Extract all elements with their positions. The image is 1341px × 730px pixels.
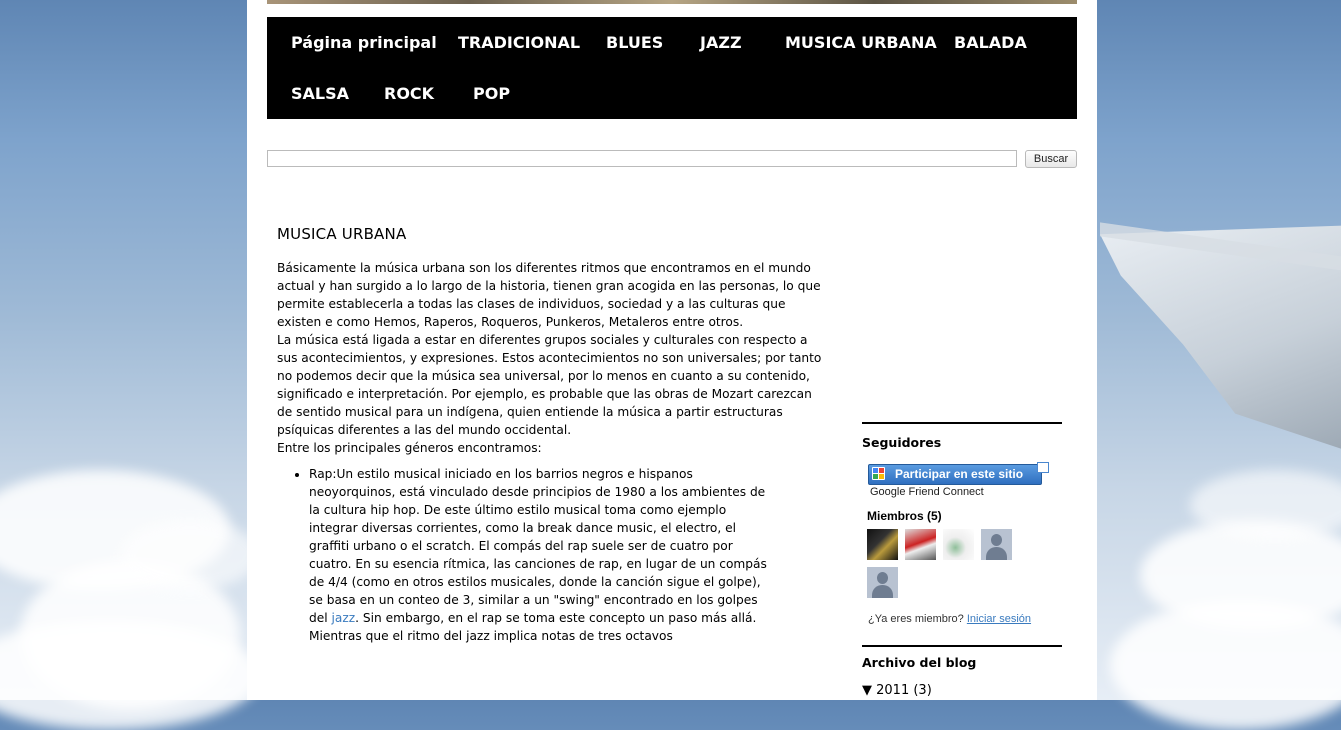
nav-item-jazz[interactable]: JAZZ <box>700 33 742 52</box>
archive-title: Archivo del blog <box>862 655 977 670</box>
post-paragraph: La música está ligada a estar en diferen… <box>277 333 822 437</box>
post-paragraph: Entre los principales géneros encontramo… <box>277 441 542 455</box>
nav-item-balada[interactable]: BALADA <box>954 33 1027 52</box>
nav-item-musica-urbana[interactable]: MUSICA URBANA <box>785 33 937 52</box>
gfc-caption: Google Friend Connect <box>870 486 984 498</box>
member-avatar[interactable] <box>905 529 936 560</box>
member-avatar[interactable] <box>867 529 898 560</box>
post-title: MUSICA URBANA <box>277 225 407 243</box>
jazz-link[interactable]: jazz <box>332 611 356 625</box>
rap-text-continued: . Sin embargo, en el rap se toma este co… <box>309 611 757 643</box>
sign-in-link[interactable]: Iniciar sesión <box>967 613 1031 625</box>
member-avatar[interactable] <box>943 529 974 560</box>
nav-item-pop[interactable]: POP <box>473 84 510 103</box>
members-title: Miembros (5) <box>867 509 942 523</box>
post-body: Básicamente la música urbana son los dif… <box>277 259 822 645</box>
nav-item-salsa[interactable]: SALSA <box>291 84 349 103</box>
member-prompt: ¿Ya eres miembro? Iniciar sesión <box>868 613 1031 625</box>
nav-item-pagina-principal[interactable]: Página principal <box>291 33 437 52</box>
divider <box>862 422 1062 424</box>
search-input[interactable] <box>267 150 1017 167</box>
member-avatar[interactable] <box>867 567 898 598</box>
member-prompt-text: ¿Ya eres miembro? <box>868 613 964 625</box>
rap-text: Rap:Un estilo musical iniciado en los ba… <box>309 467 767 625</box>
sidebar: Seguidores Participar en este sitio Goog… <box>862 422 1062 698</box>
nav-item-tradicional[interactable]: TRADICIONAL <box>458 33 580 52</box>
list-item: Rap:Un estilo musical iniciado en los ba… <box>309 465 777 645</box>
nav-item-blues[interactable]: BLUES <box>606 33 663 52</box>
search-button[interactable]: Buscar <box>1025 150 1077 168</box>
nav-item-rock[interactable]: ROCK <box>384 84 434 103</box>
popout-icon[interactable] <box>1037 462 1049 473</box>
divider <box>862 645 1062 647</box>
join-site-button[interactable]: Participar en este sitio <box>868 464 1042 485</box>
header-image-strip <box>267 0 1077 4</box>
followers-title: Seguidores <box>862 435 942 450</box>
join-site-label: Participar en este sitio <box>895 467 1024 481</box>
main-nav: Página principal TRADICIONAL BLUES JAZZ … <box>267 17 1077 119</box>
member-avatar[interactable] <box>981 529 1012 560</box>
genre-list: Rap:Un estilo musical iniciado en los ba… <box>277 465 822 645</box>
blog-page: Página principal TRADICIONAL BLUES JAZZ … <box>247 0 1097 700</box>
post-paragraph: Básicamente la música urbana son los dif… <box>277 261 821 329</box>
archive-year-toggle[interactable]: ▼ 2011 (3) <box>862 683 932 698</box>
google-friend-connect-icon <box>872 467 885 480</box>
